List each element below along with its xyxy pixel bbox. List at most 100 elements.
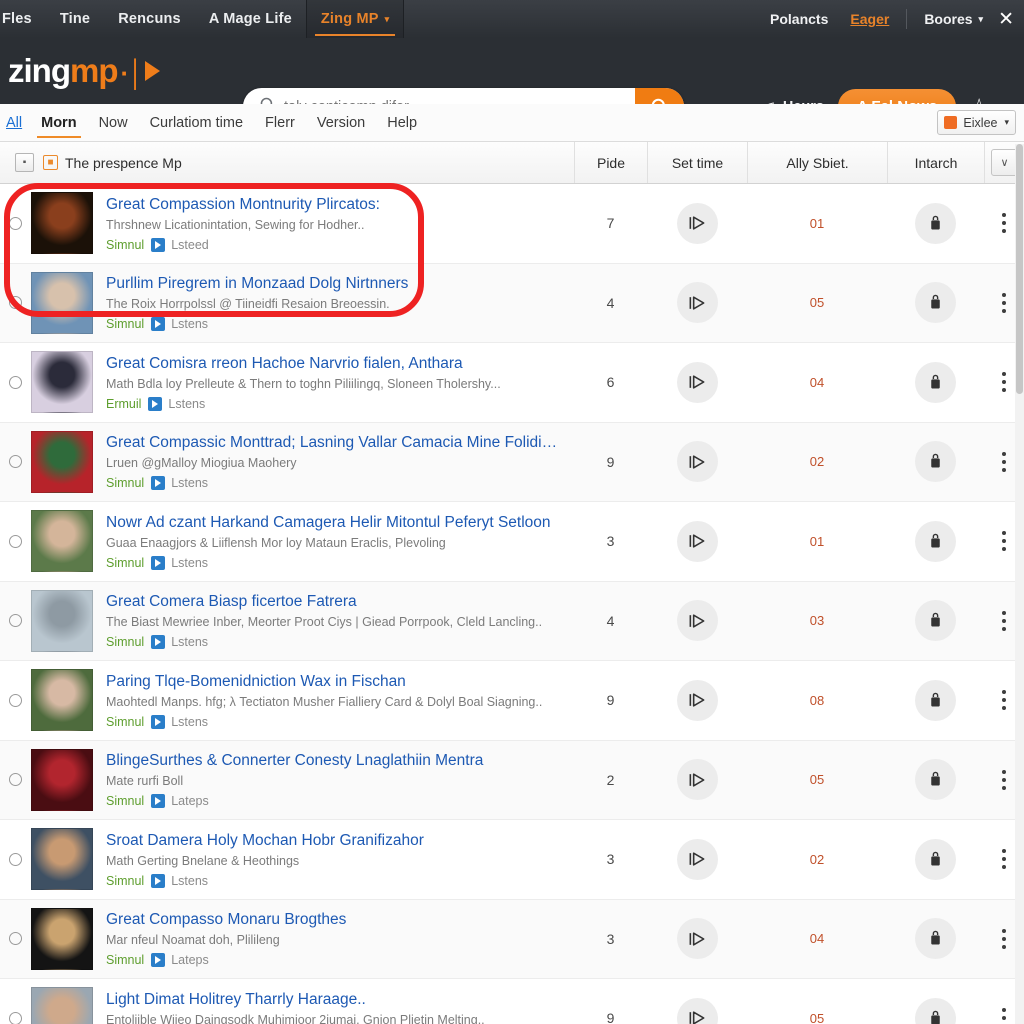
- row-select-cell[interactable]: [0, 614, 31, 628]
- more-options-icon[interactable]: [1002, 372, 1006, 393]
- menu-item-morn[interactable]: Morn: [30, 104, 87, 141]
- row-play-cell[interactable]: [647, 202, 747, 244]
- row-title-link[interactable]: Great Compasso Monaru Brogthes: [106, 910, 564, 929]
- row-title-link[interactable]: Great Comisra rreon Hachoe Narvrio fiale…: [106, 354, 564, 373]
- row-select-cell[interactable]: [0, 852, 31, 866]
- row-radio[interactable]: [9, 852, 22, 866]
- row-select-cell[interactable]: [0, 932, 31, 946]
- table-row[interactable]: Great Compassic Monttrad; Lasning Vallar…: [0, 422, 1024, 502]
- row-intarch-cell[interactable]: [887, 918, 984, 960]
- table-row[interactable]: Nowr Ad czant Harkand Camagera Helir Mit…: [0, 502, 1024, 582]
- table-row[interactable]: Great Comisra rreon Hachoe Narvrio fiale…: [0, 343, 1024, 423]
- browser-tab-rencuns[interactable]: Rencuns: [104, 0, 195, 38]
- browser-tab-a-mage-life[interactable]: A Mage Life: [195, 0, 306, 38]
- lock-button[interactable]: [915, 441, 956, 483]
- row-select-cell[interactable]: [0, 375, 31, 389]
- more-options-icon[interactable]: [1002, 849, 1006, 870]
- row-select-cell[interactable]: [0, 296, 31, 310]
- play-button[interactable]: [676, 600, 718, 642]
- row-title-link[interactable]: Light Dimat Holitrey Tharrly Haraage..: [106, 990, 564, 1009]
- row-title-link[interactable]: Purllim Piregrem in Monzaad Dolg Nirtnne…: [106, 274, 564, 293]
- row-radio[interactable]: [9, 216, 22, 230]
- chevron-down-icon[interactable]: ∨: [991, 149, 1018, 176]
- more-options-icon[interactable]: [1002, 531, 1006, 552]
- table-row[interactable]: Paring Tlqe-Bomenidniction Wax in Fischa…: [0, 661, 1024, 741]
- lock-button[interactable]: [915, 918, 956, 960]
- lock-button[interactable]: [915, 838, 956, 880]
- row-play-cell[interactable]: [647, 918, 747, 960]
- browser-tab-zing-mp[interactable]: Zing MP ▾: [305, 0, 405, 38]
- play-button[interactable]: [676, 441, 718, 483]
- row-play-cell[interactable]: [647, 679, 747, 721]
- play-button[interactable]: [676, 679, 718, 721]
- select-all-checkbox[interactable]: ▪: [15, 153, 34, 172]
- more-options-icon[interactable]: [1002, 451, 1006, 472]
- column-header-pide[interactable]: Pide: [574, 142, 647, 183]
- row-play-cell[interactable]: [647, 759, 747, 801]
- row-select-cell[interactable]: [0, 455, 31, 469]
- row-select-cell[interactable]: [0, 693, 31, 707]
- row-intarch-cell[interactable]: [887, 202, 984, 244]
- lock-button[interactable]: [915, 282, 956, 324]
- menu-item-version[interactable]: Version: [306, 104, 376, 141]
- browser-tab-fles[interactable]: Fles: [0, 0, 46, 38]
- toolbar-item-boores[interactable]: Boores ▾: [913, 0, 994, 38]
- row-radio[interactable]: [9, 1011, 22, 1024]
- more-options-icon[interactable]: [1002, 292, 1006, 313]
- row-intarch-cell[interactable]: [887, 361, 984, 403]
- row-intarch-cell[interactable]: [887, 679, 984, 721]
- menu-item-flerr[interactable]: Flerr: [254, 104, 306, 141]
- row-intarch-cell[interactable]: [887, 441, 984, 483]
- lock-button[interactable]: [915, 361, 956, 403]
- row-play-cell[interactable]: [647, 282, 747, 324]
- row-radio[interactable]: [9, 693, 22, 707]
- table-row[interactable]: Light Dimat Holitrey Tharrly Haraage.. En…: [0, 979, 1024, 1024]
- more-options-icon[interactable]: [1002, 610, 1006, 631]
- table-row[interactable]: Purllim Piregrem in Monzaad Dolg Nirtnne…: [0, 263, 1024, 343]
- more-options-icon[interactable]: [1002, 1008, 1006, 1024]
- row-play-cell[interactable]: [647, 441, 747, 483]
- menu-item-help[interactable]: Help: [376, 104, 428, 141]
- column-header-set-time[interactable]: Set time: [647, 142, 747, 183]
- play-button[interactable]: [676, 838, 718, 880]
- table-row[interactable]: BlingeSurthes & Connerter Conesty Lnagla…: [0, 740, 1024, 820]
- lock-button[interactable]: [915, 997, 956, 1024]
- browser-tab-tine[interactable]: Tine: [46, 0, 104, 38]
- row-title-link[interactable]: Great Comera Biasp ficertoe Fatrera: [106, 592, 564, 611]
- more-options-icon[interactable]: [1002, 928, 1006, 949]
- column-header-intarch[interactable]: Intarch: [887, 142, 984, 183]
- lock-button[interactable]: [915, 679, 956, 721]
- close-icon[interactable]: ✕: [994, 0, 1024, 38]
- row-play-cell[interactable]: [647, 600, 747, 642]
- site-logo[interactable]: zing mp ·│: [8, 52, 161, 90]
- row-title-link[interactable]: BlingeSurthes & Connerter Conesty Lnagla…: [106, 751, 564, 770]
- play-button[interactable]: [676, 918, 718, 960]
- play-button[interactable]: [676, 997, 718, 1024]
- row-radio[interactable]: [9, 455, 22, 469]
- lock-button[interactable]: [915, 600, 956, 642]
- row-select-cell[interactable]: [0, 216, 31, 230]
- menu-item-curlatiom-time[interactable]: Curlatiom time: [139, 104, 254, 141]
- row-intarch-cell[interactable]: [887, 282, 984, 324]
- menu-item-all[interactable]: All: [2, 104, 30, 141]
- row-radio[interactable]: [9, 614, 22, 628]
- play-button[interactable]: [676, 520, 718, 562]
- row-play-cell[interactable]: [647, 838, 747, 880]
- table-row[interactable]: Great Comera Biasp ficertoe Fatrera The B…: [0, 581, 1024, 661]
- more-options-icon[interactable]: [1002, 690, 1006, 711]
- table-row[interactable]: Great Compassion Montnurity Plircatos: Th…: [0, 184, 1024, 264]
- table-row[interactable]: Sroat Damera Holy Mochan Hobr Granifizah…: [0, 820, 1024, 900]
- vertical-scrollbar[interactable]: [1015, 144, 1024, 1024]
- row-intarch-cell[interactable]: [887, 520, 984, 562]
- row-title-link[interactable]: Nowr Ad czant Harkand Camagera Helir Mit…: [106, 513, 564, 532]
- row-radio[interactable]: [9, 296, 22, 310]
- row-intarch-cell[interactable]: [887, 600, 984, 642]
- menu-item-now[interactable]: Now: [88, 104, 139, 141]
- lock-button[interactable]: [915, 202, 956, 244]
- more-options-icon[interactable]: [1002, 769, 1006, 790]
- column-header-ally-sbiet[interactable]: Ally Sbiet.: [747, 142, 887, 183]
- row-radio[interactable]: [9, 375, 22, 389]
- scrollbar-thumb[interactable]: [1016, 144, 1023, 394]
- play-button[interactable]: [676, 282, 718, 324]
- row-radio[interactable]: [9, 932, 22, 946]
